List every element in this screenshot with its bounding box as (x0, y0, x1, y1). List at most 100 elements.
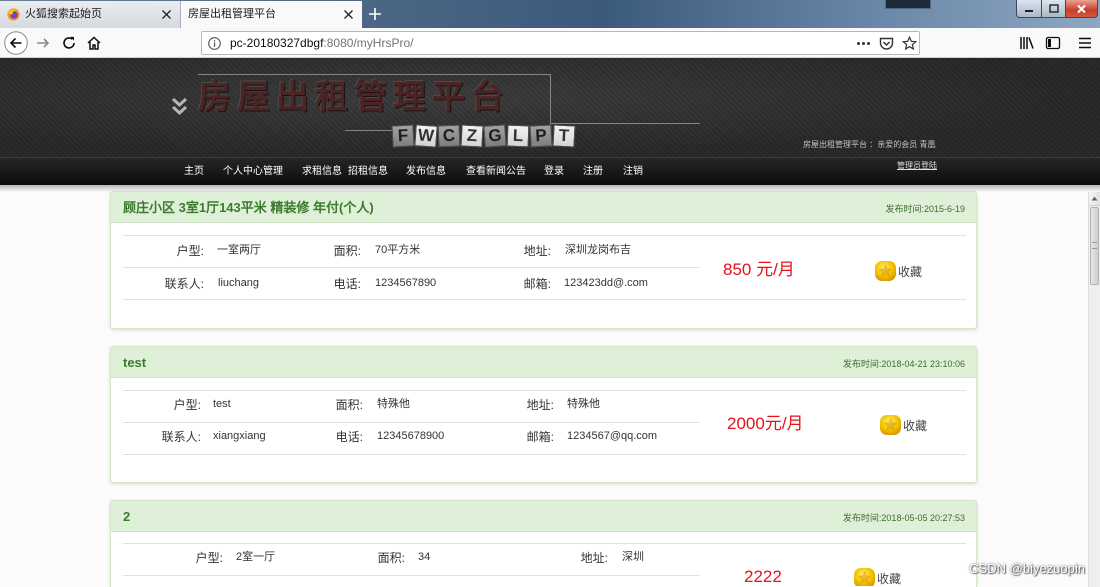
nav-item-rent-offers[interactable]: 招租信息 (348, 158, 388, 185)
favorite-label: 收藏 (903, 418, 928, 433)
divider (123, 422, 700, 423)
nav-item-home[interactable]: 主页 (184, 158, 204, 185)
scroll-up-button[interactable] (1089, 192, 1100, 206)
listing-header: test 发布时间:2018-04-21 23:10:06 (111, 347, 976, 378)
new-tab-plus-icon[interactable] (368, 7, 382, 21)
logo-letter: F (391, 124, 415, 148)
nav-item-publish[interactable]: 发布信息 (406, 158, 446, 185)
listing-date: 发布时间:2015-6-19 (885, 204, 965, 214)
email-label: 邮箱: (526, 430, 554, 444)
favorite-label: 收藏 (877, 572, 902, 586)
close-icon[interactable] (161, 9, 172, 20)
listing-title[interactable]: 2 (123, 501, 130, 532)
address-bar[interactable]: pc-20180327dbgf:8080/myHrsPro/ (201, 31, 920, 55)
nav-item-rent-wanted[interactable]: 求租信息 (302, 158, 342, 185)
favorite-star-icon (880, 415, 901, 435)
divider (123, 543, 966, 544)
listing-price: 2222 (744, 567, 782, 586)
divider (123, 454, 966, 455)
address-value: 特殊他 (567, 398, 600, 410)
logo-letter: P (529, 124, 553, 148)
area-label: 面积: (333, 244, 361, 258)
address-label: 地址: (523, 244, 551, 258)
double-chevron-down-icon (171, 97, 188, 116)
nav-item-logout[interactable]: 注销 (623, 158, 643, 185)
divider (123, 390, 966, 391)
unit-type-label: 户型: (195, 551, 223, 565)
title-frame-top (198, 74, 550, 75)
listing-title[interactable]: 顾庄小区 3室1厅143平米 精装修 年付(个人) (123, 192, 374, 223)
listing-card: 2 发布时间:2018-05-05 20:27:53 户型: 2室一厅 面积: … (110, 500, 977, 587)
home-icon[interactable] (86, 35, 102, 51)
vertical-scrollbar[interactable] (1088, 192, 1100, 587)
window-close-button[interactable] (1065, 0, 1098, 18)
url-host: pc-20180327dbgf (230, 36, 324, 50)
nav-shadow (0, 185, 1100, 192)
contact-label: 联系人: (164, 277, 204, 291)
nav-item-register[interactable]: 注册 (583, 158, 603, 185)
reload-icon[interactable] (61, 35, 77, 51)
phone-label: 电话: (333, 277, 361, 291)
info-icon[interactable] (208, 37, 221, 50)
listing-price: 850 元/月 (723, 260, 795, 279)
url-text[interactable]: pc-20180327dbgf:8080/myHrsPro/ (230, 32, 413, 54)
hamburger-menu-icon[interactable] (1077, 35, 1093, 51)
more-dots-icon[interactable] (856, 36, 871, 51)
favorite-label: 收藏 (898, 264, 923, 279)
contact-value: xiangxiang (213, 430, 266, 442)
logo-letter: L (506, 124, 530, 148)
listing-card: test 发布时间:2018-04-21 23:10:06 户型: test 面… (110, 346, 977, 483)
back-arrow-icon[interactable] (4, 31, 28, 55)
arrow-up-icon (1091, 196, 1098, 201)
window-controls (1016, 0, 1098, 18)
listing-card: 顾庄小区 3室1厅143平米 精装修 年付(个人) 发布时间:2015-6-19… (110, 191, 977, 329)
close-icon[interactable] (343, 9, 354, 20)
minimize-icon (1025, 9, 1033, 12)
address-value: 深圳龙岗布吉 (565, 244, 631, 256)
site-nav: 主页 个人中心管理 求租信息 招租信息 发布信息 查看新闻公告 登录 注册 注销… (0, 157, 1100, 185)
listing-header: 2 发布时间:2018-05-05 20:27:53 (111, 501, 976, 532)
pocket-icon[interactable] (879, 36, 894, 51)
library-icon[interactable] (1019, 35, 1035, 51)
area-value: 特殊他 (377, 398, 410, 410)
titlebar-thumbnail (885, 0, 931, 9)
nav-item-login[interactable]: 登录 (544, 158, 564, 185)
listing-title[interactable]: test (123, 347, 146, 378)
email-value: 1234567@qq.com (567, 430, 658, 442)
site-header: 房屋出租管理平台 F W C Z G L P T 房屋出租管理平台 ：亲爱的会员… (0, 58, 1100, 157)
minimize-button[interactable] (1016, 0, 1042, 18)
site-title: 房屋出租管理平台 (198, 77, 510, 116)
divider (123, 235, 966, 236)
maximize-button[interactable] (1041, 0, 1066, 18)
phone-value: 1234567890 (375, 277, 437, 289)
area-value: 34 (418, 551, 431, 563)
logo-letters-leader (345, 130, 392, 131)
favorite-star-icon (875, 261, 896, 281)
unit-type-value: 一室两厅 (217, 244, 261, 256)
area-label: 面积: (377, 551, 405, 565)
unit-type-label: 户型: (176, 244, 204, 258)
bookmark-star-icon[interactable] (902, 36, 917, 51)
browser-tab-active[interactable]: 房屋出租管理平台 (181, 1, 362, 28)
admin-login-link[interactable]: 管理员登陆 (897, 161, 937, 171)
browser-tab-start-page[interactable]: 火狐搜索起始页 (0, 1, 181, 28)
address-value: 深圳 (622, 551, 644, 563)
nav-item-personal-center[interactable]: 个人中心管理 (223, 158, 283, 185)
sidebar-icon[interactable] (1045, 35, 1061, 51)
favorite-button[interactable]: 收藏 (874, 259, 922, 283)
scroll-grip (1092, 242, 1097, 249)
listing-date: 发布时间:2018-04-21 23:10:06 (842, 359, 965, 369)
browser-tab-strip: 火狐搜索起始页 房屋出租管理平台 (0, 0, 1100, 28)
scroll-thumb[interactable] (1090, 207, 1099, 285)
phone-label: 电话: (335, 430, 363, 444)
nav-item-news[interactable]: 查看新闻公告 (466, 158, 526, 185)
listing-price: 2000元/月 (727, 414, 804, 433)
title-frame-right (550, 74, 551, 124)
browser-toolbar: pc-20180327dbgf:8080/myHrsPro/ (0, 28, 1100, 58)
favorite-button[interactable]: 收藏 (879, 413, 927, 437)
favorite-button[interactable]: 收藏 (853, 567, 901, 586)
address-label: 地址: (526, 398, 554, 412)
unit-type-label: 户型: (173, 398, 201, 412)
forward-arrow-icon[interactable] (35, 35, 51, 51)
tab-label: 火狐搜索起始页 (25, 8, 102, 20)
